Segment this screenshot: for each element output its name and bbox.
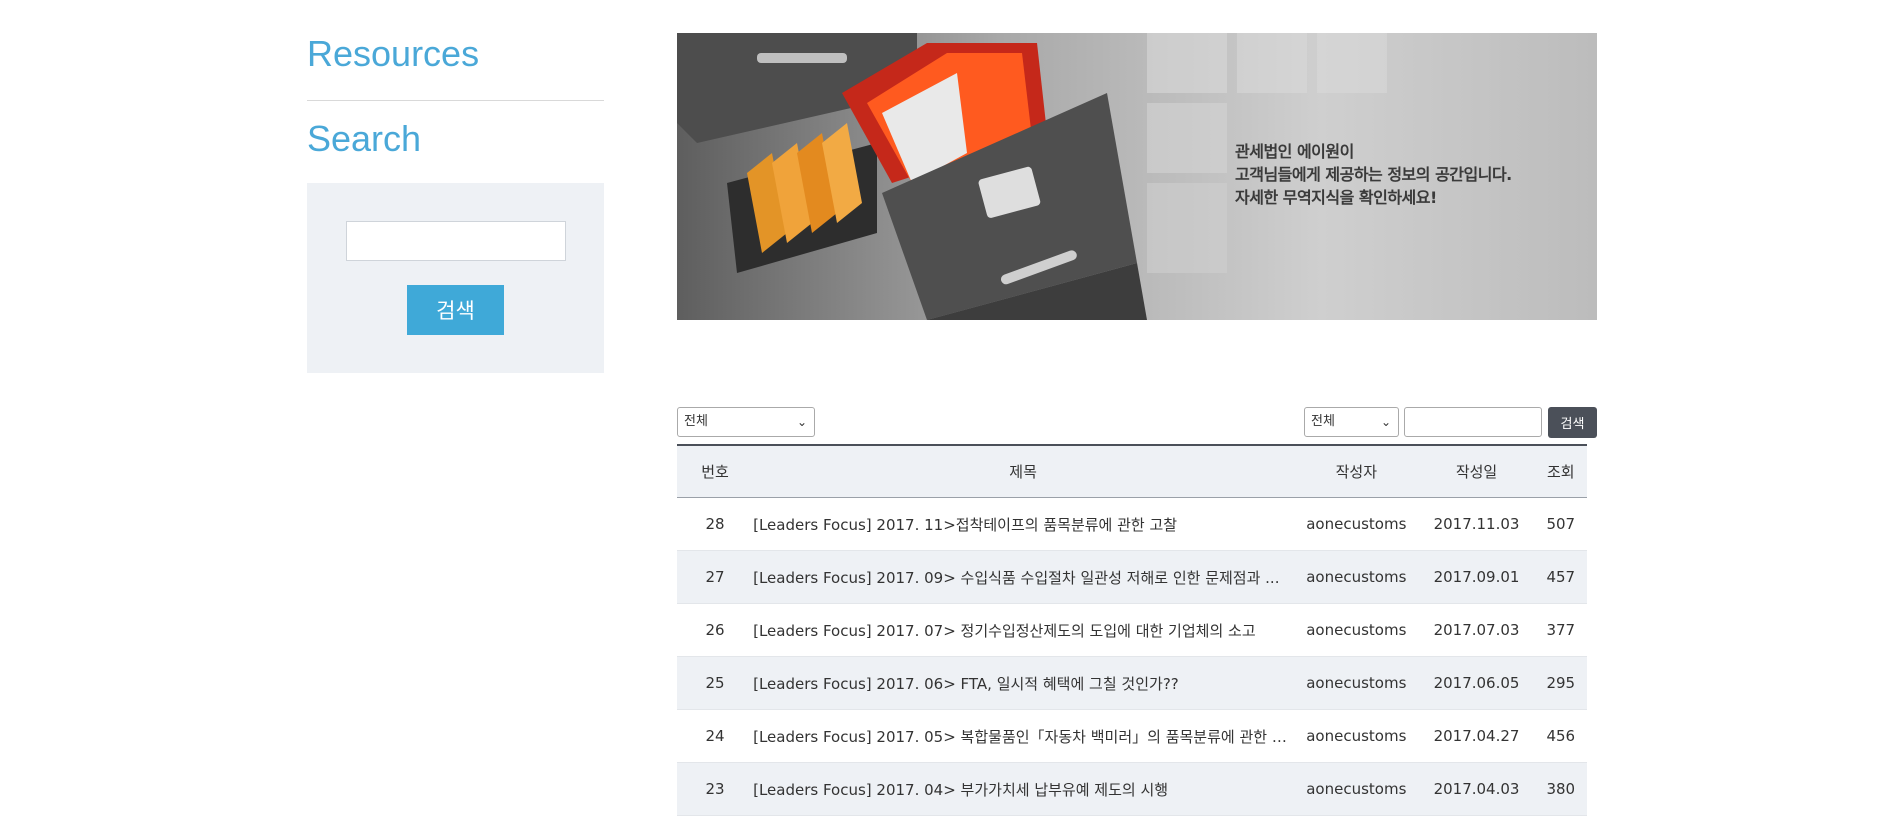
header-author: 작성자 <box>1335 463 1377 481</box>
row-number: 24 <box>677 709 754 763</box>
row-author: aonecustoms <box>1294 762 1419 816</box>
row-number: 27 <box>677 550 754 604</box>
board-search-button[interactable]: 검색 <box>1548 407 1597 438</box>
posts-table: 번호 제목 작성자 작성일 조회 28 [Leaders Focus] 2017… <box>677 444 1587 816</box>
board-search-input[interactable] <box>1404 407 1542 437</box>
row-author: aonecustoms <box>1294 709 1419 763</box>
row-author: aonecustoms <box>1294 656 1419 710</box>
search-field-select[interactable]: 전체 ⌄ <box>1304 407 1399 437</box>
row-title-link[interactable]: [Leaders Focus] 2017. 07> 정기수입정산제도의 도입에 … <box>753 603 1295 657</box>
chevron-down-icon: ⌄ <box>796 415 807 429</box>
sidebar-search-input[interactable] <box>346 221 566 261</box>
table-row[interactable]: 27 [Leaders Focus] 2017. 09> 수입식품 수입절차 일… <box>677 550 1587 604</box>
row-date: 2017.07.03 <box>1418 603 1535 657</box>
table-header-row: 번호 제목 작성자 작성일 조회 <box>677 445 1587 498</box>
sidebar-divider <box>307 100 604 101</box>
row-views: 456 <box>1534 709 1587 763</box>
row-title-link[interactable]: [Leaders Focus] 2017. 04> 부가가치세 납부유예 제도의… <box>753 762 1295 816</box>
sidebar-search-button[interactable]: 검색 <box>407 285 504 335</box>
row-author: aonecustoms <box>1294 497 1419 551</box>
row-number: 28 <box>677 497 754 551</box>
table-row[interactable]: 26 [Leaders Focus] 2017. 07> 정기수입정산제도의 도… <box>677 603 1587 657</box>
row-title-link[interactable]: [Leaders Focus] 2017. 06> FTA, 일시적 혜택에 그… <box>753 656 1295 710</box>
header-views: 조회 <box>1546 463 1575 481</box>
category-select[interactable]: 전체 ⌄ <box>677 407 815 437</box>
table-row[interactable]: 28 [Leaders Focus] 2017. 11>접착테이프의 품목분류에… <box>677 497 1587 551</box>
row-date: 2017.04.27 <box>1418 709 1535 763</box>
row-views: 380 <box>1534 762 1587 816</box>
sidebar-search-panel: 검색 <box>307 183 604 373</box>
row-number: 25 <box>677 656 754 710</box>
category-select-value: 전체 <box>684 414 708 429</box>
search-field-select-value: 전체 <box>1311 414 1335 429</box>
row-date: 2017.11.03 <box>1418 497 1535 551</box>
resources-banner: 관세법인 에이원이 고객님들에게 제공하는 정보의 공간입니다. 자세한 무역지… <box>677 33 1597 320</box>
row-views: 457 <box>1534 550 1587 604</box>
row-views: 295 <box>1534 656 1587 710</box>
row-number: 23 <box>677 762 754 816</box>
search-heading: Search <box>307 118 422 159</box>
banner-line: 자세한 무역지식을 확인하세요! <box>1235 188 1437 207</box>
resources-heading: Resources <box>307 33 480 74</box>
banner-line: 관세법인 에이원이 <box>1235 142 1354 161</box>
chevron-down-icon: ⌄ <box>1380 415 1391 429</box>
header-number: 번호 <box>701 463 729 481</box>
banner-caption: 관세법인 에이원이 고객님들에게 제공하는 정보의 공간입니다. 자세한 무역지… <box>1235 140 1512 209</box>
row-title-link[interactable]: [Leaders Focus] 2017. 09> 수입식품 수입절차 일관성 … <box>753 550 1295 604</box>
row-date: 2017.09.01 <box>1418 550 1535 604</box>
sidebar: Resources Search 검색 <box>307 30 604 373</box>
row-title-link[interactable]: [Leaders Focus] 2017. 05> 복합물품인「자동차 백미러」… <box>753 709 1295 763</box>
row-number: 26 <box>677 603 754 657</box>
header-date: 작성일 <box>1455 463 1498 481</box>
board-toolbar: 전체 ⌄ 전체 ⌄ 검색 <box>677 407 1597 439</box>
row-date: 2017.04.03 <box>1418 762 1535 816</box>
header-title: 제목 <box>1009 463 1037 481</box>
row-views: 377 <box>1534 603 1587 657</box>
banner-line: 고객님들에게 제공하는 정보의 공간입니다. <box>1235 165 1512 184</box>
row-title-link[interactable]: [Leaders Focus] 2017. 11>접착테이프의 품목분류에 관한… <box>753 497 1295 551</box>
table-row[interactable]: 23 [Leaders Focus] 2017. 04> 부가가치세 납부유예 … <box>677 762 1587 816</box>
row-views: 507 <box>1534 497 1587 551</box>
row-date: 2017.06.05 <box>1418 656 1535 710</box>
table-row[interactable]: 25 [Leaders Focus] 2017. 06> FTA, 일시적 혜택… <box>677 656 1587 710</box>
table-row[interactable]: 24 [Leaders Focus] 2017. 05> 복합물품인「자동차 백… <box>677 709 1587 763</box>
row-author: aonecustoms <box>1294 603 1419 657</box>
row-author: aonecustoms <box>1294 550 1419 604</box>
